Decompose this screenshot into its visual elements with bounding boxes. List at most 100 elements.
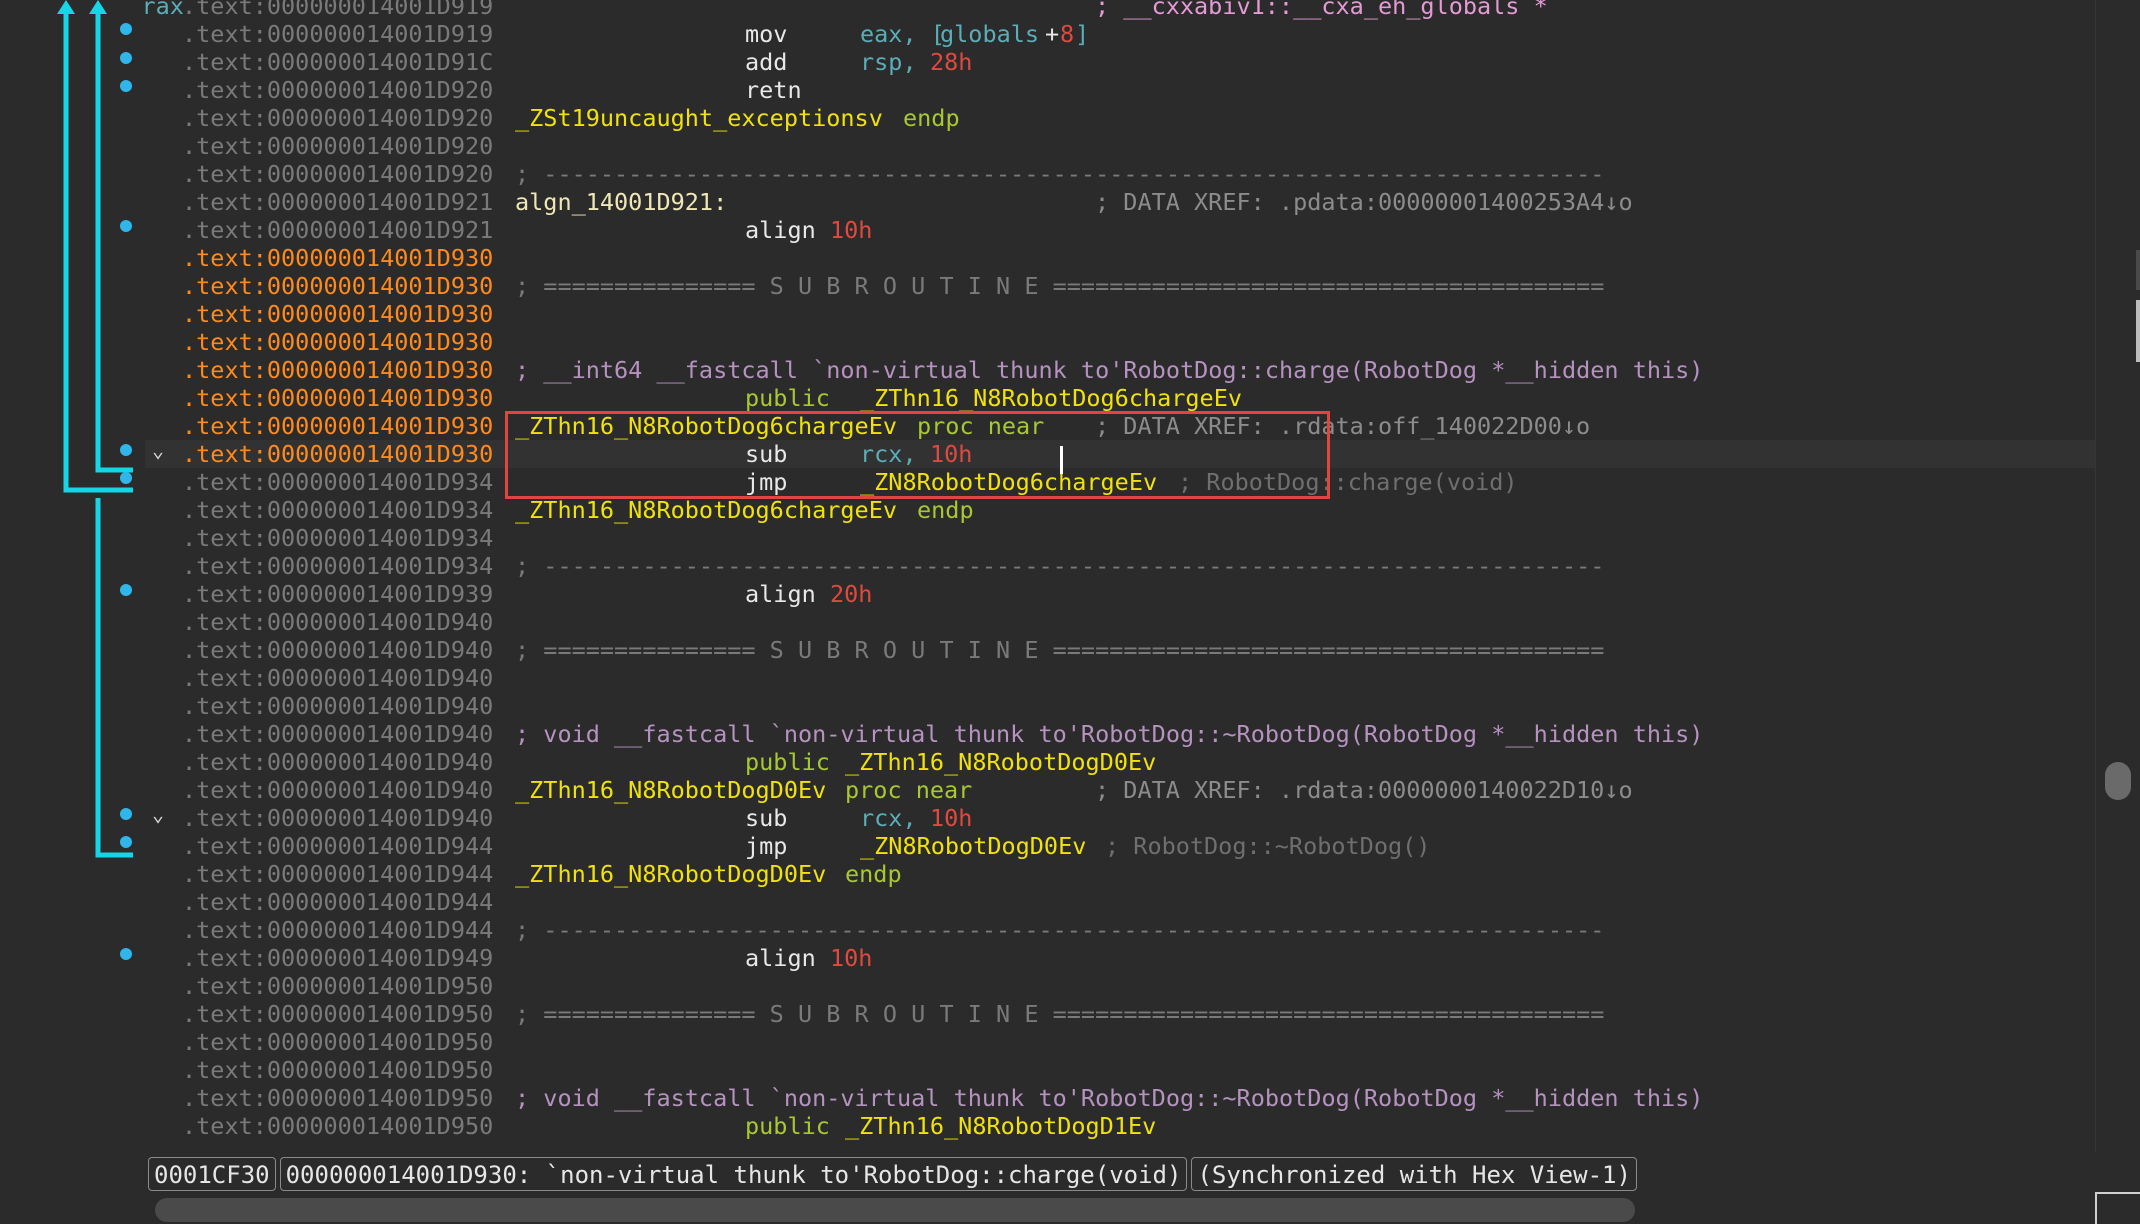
code-token[interactable]: public xyxy=(745,384,830,412)
code-token[interactable]: retn xyxy=(745,76,802,104)
code-token[interactable]: jmp xyxy=(745,832,787,860)
collapse-chevron-icon[interactable]: ⌄ xyxy=(152,800,174,828)
disassembly-listing[interactable]: .text:000000014001D919globals = rax ; __c… xyxy=(145,0,2095,1152)
listing-line[interactable]: .text:000000014001D930 xyxy=(145,328,2095,356)
code-token[interactable]: ; --------------------------------------… xyxy=(515,160,1604,188)
code-token[interactable]: _ZThn16_N8RobotDog6chargeEv xyxy=(515,412,897,440)
code-token[interactable]: 28h xyxy=(930,48,972,76)
listing-line[interactable]: .text:000000014001D921 algn_14001D921: ; D… xyxy=(145,188,2095,216)
code-token[interactable]: rcx, xyxy=(860,804,931,832)
code-token[interactable]: sub xyxy=(745,804,787,832)
listing-line[interactable]: .text:000000014001D930 ; __int64 __fastca… xyxy=(145,356,2095,384)
code-token[interactable]: mov xyxy=(745,20,787,48)
listing-line[interactable]: .text:000000014001D920 _ZSt19uncaught_exc… xyxy=(145,104,2095,132)
code-token[interactable]: align xyxy=(745,580,816,608)
code-token[interactable]: ; DATA XREF: .pdata:00000001400253A4↓o xyxy=(1095,188,1633,216)
code-token[interactable]: ; --------------------------------------… xyxy=(515,552,1604,580)
code-token[interactable]: _ZThn16_N8RobotDogD0Ev xyxy=(845,748,1156,776)
listing-line[interactable]: .text:000000014001D934 xyxy=(145,524,2095,552)
vertical-scrollbar[interactable] xyxy=(2095,0,2140,1152)
code-token[interactable]: globals = rax xyxy=(145,0,184,20)
code-token[interactable]: public xyxy=(745,748,830,776)
listing-line[interactable]: .text:000000014001D940 xyxy=(145,692,2095,720)
code-token[interactable]: align xyxy=(745,944,816,972)
code-token[interactable]: algn_14001D921: xyxy=(515,188,727,216)
listing-line[interactable]: .text:000000014001D940 ; =============== … xyxy=(145,636,2095,664)
listing-line[interactable]: .text:000000014001D939 align 20h xyxy=(145,580,2095,608)
listing-line[interactable]: .text:000000014001D949 align 10h xyxy=(145,944,2095,972)
listing-line[interactable]: .text:000000014001D950 xyxy=(145,972,2095,1000)
listing-line[interactable]: .text:000000014001D940 xyxy=(145,664,2095,692)
listing-line[interactable]: .text:000000014001D930 public _ZThn16_N8Ro… xyxy=(145,384,2095,412)
code-token[interactable]: 10h xyxy=(930,440,972,468)
listing-line[interactable]: .text:000000014001D930 _ZThn16_N8RobotDog… xyxy=(145,412,2095,440)
listing-line[interactable]: .text:000000014001D934 ; ----------------… xyxy=(145,552,2095,580)
listing-line[interactable]: .text:000000014001D944 _ZThn16_N8RobotDog… xyxy=(145,860,2095,888)
horizontal-scroll-thumb[interactable] xyxy=(155,1198,1635,1222)
listing-line[interactable]: .text:000000014001D919 mov eax, [globals +8… xyxy=(145,20,2095,48)
code-token[interactable]: _ZThn16_N8RobotDogD1Ev xyxy=(845,1112,1156,1140)
code-token[interactable]: ; void __fastcall `non-virtual thunk to'… xyxy=(515,720,1703,748)
code-token[interactable]: ] xyxy=(1075,20,1089,48)
listing-line[interactable]: .text:000000014001D930 xyxy=(145,244,2095,272)
code-token[interactable]: endp xyxy=(845,860,902,888)
listing-line[interactable]: .text:000000014001D91C add rsp, 28h xyxy=(145,48,2095,76)
code-token[interactable]: rsp, xyxy=(860,48,931,76)
listing-line[interactable]: .text:000000014001D944 jmp _ZN8RobotDogD0E… xyxy=(145,832,2095,860)
listing-line[interactable]: .text:000000014001D950 xyxy=(145,1028,2095,1056)
code-token[interactable]: proc near xyxy=(845,776,972,804)
code-token[interactable]: _ZN8RobotDogD0Ev xyxy=(860,832,1086,860)
control-flow-arrow-panel[interactable] xyxy=(0,0,145,1150)
collapse-chevron-icon[interactable]: ⌄ xyxy=(152,436,174,464)
code-token[interactable]: ; DATA XREF: .rdata:off_140022D00↓o xyxy=(1095,412,1590,440)
listing-line[interactable]: .text:000000014001D934 _ZThn16_N8RobotDog… xyxy=(145,496,2095,524)
listing-line[interactable]: .text:000000014001D920 xyxy=(145,132,2095,160)
code-token[interactable]: jmp xyxy=(745,468,787,496)
code-token[interactable]: ; =============== S U B R O U T I N E ==… xyxy=(515,1000,1604,1028)
code-token[interactable]: endp xyxy=(917,496,974,524)
code-token[interactable]: _ZThn16_N8RobotDog6chargeEv xyxy=(515,496,897,524)
code-token[interactable]: _ZN8RobotDog6chargeEv xyxy=(860,468,1157,496)
code-token[interactable]: endp xyxy=(903,104,960,132)
listing-line[interactable]: .text:000000014001D950 xyxy=(145,1056,2095,1084)
listing-line[interactable]: .text:000000014001D940 ; void __fastcall … xyxy=(145,720,2095,748)
code-token[interactable]: public xyxy=(745,1112,830,1140)
code-token[interactable]: ; =============== S U B R O U T I N E ==… xyxy=(515,636,1604,664)
code-token[interactable]: 10h xyxy=(830,944,872,972)
code-token[interactable]: eax, [ xyxy=(860,20,945,48)
code-token[interactable]: sub xyxy=(745,440,787,468)
code-token[interactable]: ; DATA XREF: .rdata:0000000140022D10↓o xyxy=(1095,776,1633,804)
code-token[interactable]: ; --------------------------------------… xyxy=(515,916,1604,944)
listing-line[interactable]: .text:000000014001D944 ; ----------------… xyxy=(145,916,2095,944)
code-token[interactable]: proc near xyxy=(917,412,1044,440)
listing-line[interactable]: .text:000000014001D930 sub rcx, 10h xyxy=(145,440,2095,468)
code-token[interactable]: 10h xyxy=(830,216,872,244)
code-token[interactable]: ; void __fastcall `non-virtual thunk to'… xyxy=(515,1084,1703,1112)
listing-line[interactable]: .text:000000014001D920 ; ----------------… xyxy=(145,160,2095,188)
listing-line[interactable]: .text:000000014001D934 jmp _ZN8RobotDog6ch… xyxy=(145,468,2095,496)
code-token[interactable]: 10h xyxy=(930,804,972,832)
listing-line[interactable]: .text:000000014001D950 ; =============== … xyxy=(145,1000,2095,1028)
vertical-scroll-thumb[interactable] xyxy=(2105,762,2131,800)
code-token[interactable]: rcx, xyxy=(860,440,931,468)
code-token[interactable]: _ZThn16_N8RobotDogD0Ev xyxy=(515,860,826,888)
code-token[interactable]: ; RobotDog::~RobotDog() xyxy=(1105,832,1430,860)
listing-line[interactable]: .text:000000014001D920 retn xyxy=(145,76,2095,104)
code-token[interactable]: globals xyxy=(940,20,1039,48)
listing-line[interactable]: .text:000000014001D940 xyxy=(145,608,2095,636)
code-token[interactable]: _ZThn16_N8RobotDog6chargeEv xyxy=(860,384,1242,412)
code-token[interactable]: _ZSt19uncaught_exceptionsv xyxy=(515,104,883,132)
code-token[interactable]: _ZThn16_N8RobotDogD0Ev xyxy=(515,776,826,804)
listing-line[interactable]: .text:000000014001D944 xyxy=(145,888,2095,916)
listing-line[interactable]: .text:000000014001D919globals = rax ; __c… xyxy=(145,0,2095,20)
code-token[interactable]: ; __cxxabiv1::__cxa_eh_globals * xyxy=(1095,0,1548,20)
code-token[interactable]: ; =============== S U B R O U T I N E ==… xyxy=(515,272,1604,300)
listing-line[interactable]: .text:000000014001D950 ; void __fastcall … xyxy=(145,1084,2095,1112)
code-token[interactable]: + xyxy=(1045,20,1059,48)
listing-line[interactable]: .text:000000014001D940 _ZThn16_N8RobotDog… xyxy=(145,776,2095,804)
listing-line[interactable]: .text:000000014001D940 sub rcx, 10h xyxy=(145,804,2095,832)
listing-line[interactable]: .text:000000014001D950 public _ZThn16_N8Ro… xyxy=(145,1112,2095,1140)
code-token[interactable]: 8 xyxy=(1060,20,1074,48)
code-token[interactable]: ; RobotDog::charge(void) xyxy=(1178,468,1518,496)
code-token[interactable]: 20h xyxy=(830,580,872,608)
